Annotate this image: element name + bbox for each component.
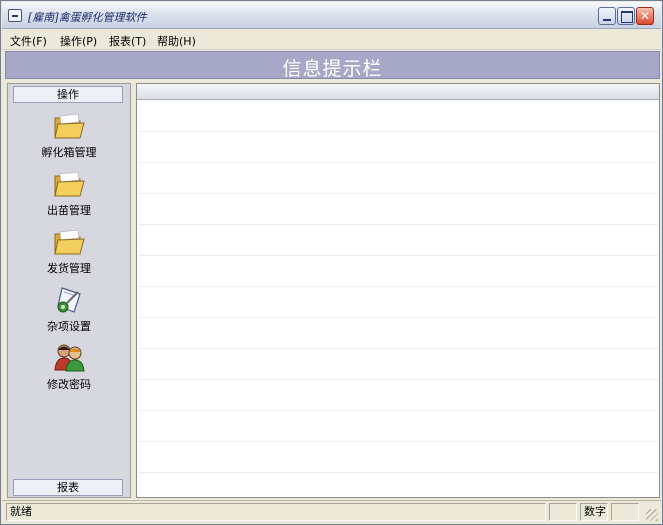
window-title: [雇南]禽蛋孵化管理软件 [28, 11, 147, 24]
folder-open-icon [54, 229, 85, 255]
info-banner: 信息提示栏 [5, 51, 660, 80]
status-bar: 就绪 数字 [2, 500, 661, 524]
list-row-divider [138, 472, 658, 473]
menu-help[interactable]: 帮助(H) [157, 33, 196, 49]
app-menu-icon[interactable] [8, 9, 22, 22]
menu-bar: 文件(F) 操作(P) 报表(T) 帮助(H) [2, 30, 661, 50]
sidebar-item-change-password[interactable]: 修改密码 [8, 342, 130, 392]
list-row-divider [138, 441, 658, 442]
main-window: [雇南]禽蛋孵化管理软件 ✕ 文件(F) 操作(P) 报表(T) 帮助(H) 信… [0, 0, 663, 525]
sidebar-item-label: 修改密码 [47, 378, 91, 391]
sidebar-header-report[interactable]: 报表 [13, 479, 123, 496]
list-row-divider [138, 348, 658, 349]
sidebar-item-label: 出苗管理 [47, 204, 91, 217]
sidebar-item-label: 发货管理 [47, 262, 91, 275]
list-row-divider [138, 131, 658, 132]
list-row-divider [138, 286, 658, 287]
list-row-divider [138, 379, 658, 380]
status-pane-empty [611, 503, 639, 521]
sidebar-item-incubator[interactable]: 孵化箱管理 [8, 110, 130, 160]
sidebar-item-hatching[interactable]: 出苗管理 [8, 168, 130, 218]
list-row-divider [138, 193, 658, 194]
sidebar-item-shipping[interactable]: 发货管理 [8, 226, 130, 276]
folder-open-icon [54, 171, 85, 197]
list-column-header[interactable] [137, 84, 659, 100]
users-icon [54, 344, 85, 372]
list-row-divider [138, 255, 658, 256]
sidebar-item-label: 孵化箱管理 [41, 146, 97, 159]
status-numlock: 数字 [580, 503, 608, 521]
sidebar-item-misc-settings[interactable]: 杂项设置 [8, 284, 130, 334]
close-button[interactable]: ✕ [636, 7, 654, 25]
list-row-divider [138, 162, 658, 163]
title-bar[interactable]: [雇南]禽蛋孵化管理软件 ✕ [2, 2, 661, 29]
sidebar-header-operate[interactable]: 操作 [13, 86, 123, 103]
menu-operate[interactable]: 操作(P) [60, 33, 97, 49]
folder-open-icon [54, 113, 85, 139]
minimize-button[interactable] [598, 7, 616, 25]
list-row-divider [138, 224, 658, 225]
sidebar-item-label: 杂项设置 [47, 320, 91, 333]
menu-file[interactable]: 文件(F) [10, 33, 47, 49]
list-row-divider [138, 317, 658, 318]
maximize-button[interactable] [617, 7, 635, 25]
settings-tools-icon [57, 287, 81, 313]
info-list-view[interactable] [136, 83, 660, 498]
resize-grip-icon[interactable] [646, 509, 658, 521]
status-pane-empty [549, 503, 577, 521]
list-row-divider [138, 410, 658, 411]
sidebar: 操作 孵化箱管理 出苗管理 发货管理 杂项设置 修改密码 报表 [7, 83, 131, 498]
status-text: 就绪 [6, 503, 546, 521]
banner-text: 信息提示栏 [282, 58, 383, 80]
menu-report[interactable]: 报表(T) [109, 33, 146, 49]
